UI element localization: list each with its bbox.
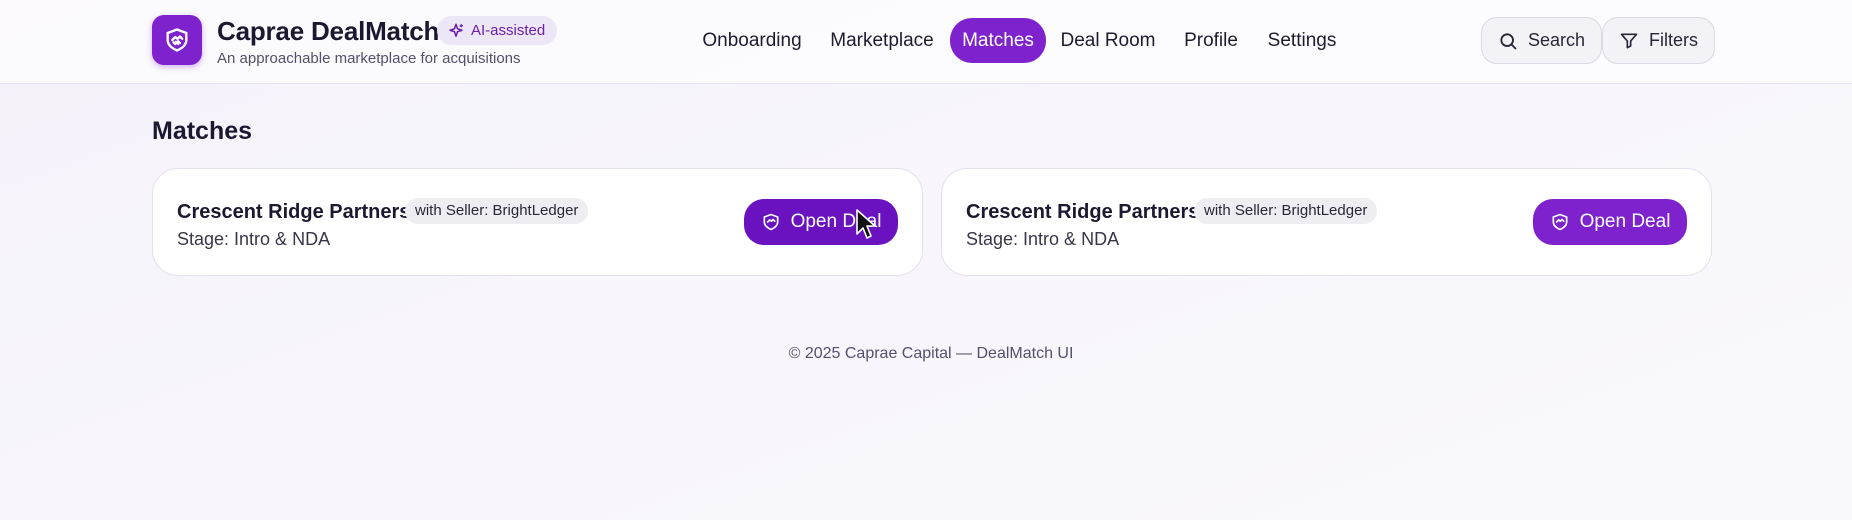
match-card: Crescent Ridge Partners with Seller: Bri… xyxy=(152,168,923,276)
filters-label: Filters xyxy=(1649,30,1698,50)
nav-item-matches[interactable]: Matches xyxy=(950,18,1046,63)
match-name: Crescent Ridge Partners xyxy=(966,201,1200,223)
search-button[interactable]: Search xyxy=(1481,17,1603,64)
mouse-cursor-icon xyxy=(856,209,876,239)
match-card: Crescent Ridge Partners with Seller: Bri… xyxy=(941,168,1712,276)
sparkles-icon xyxy=(449,23,463,37)
nav-item-marketplace[interactable]: Marketplace xyxy=(826,18,938,63)
open-deal-button[interactable]: Open Deal xyxy=(1533,199,1687,245)
nav-item-settings[interactable]: Settings xyxy=(1262,18,1342,63)
search-icon xyxy=(1500,32,1517,49)
seller-tag: with Seller: BrightLedger xyxy=(405,198,589,224)
ai-badge-label: AI-assisted xyxy=(471,22,546,39)
nav-item-profile[interactable]: Profile xyxy=(1176,18,1246,63)
match-stage: Stage: Intro & NDA xyxy=(966,229,1120,249)
filters-button[interactable]: Filters xyxy=(1602,17,1715,64)
nav-item-onboarding[interactable]: Onboarding xyxy=(690,18,814,63)
nav-item-deal-room[interactable]: Deal Room xyxy=(1058,18,1158,63)
app-title: Caprae DealMatch xyxy=(217,16,440,46)
filter-icon xyxy=(1620,33,1638,49)
handshake-icon xyxy=(166,28,188,52)
match-name: Crescent Ridge Partners xyxy=(177,201,411,223)
match-stage: Stage: Intro & NDA xyxy=(177,229,331,249)
footer-text: © 2025 Caprae Capital — DealMatch UI xyxy=(788,345,1074,362)
app-subtitle: An approachable marketplace for acquisit… xyxy=(217,50,521,67)
ai-assisted-badge: AI-assisted xyxy=(437,16,558,45)
logo[interactable] xyxy=(152,15,202,65)
seller-tag: with Seller: BrightLedger xyxy=(1194,198,1378,224)
handshake-icon xyxy=(763,213,779,231)
top-header: Caprae DealMatch An approachable marketp… xyxy=(0,0,1852,84)
page-title: Matches xyxy=(152,117,253,145)
handshake-icon xyxy=(1552,213,1568,231)
open-deal-label: Open Deal xyxy=(1579,211,1671,232)
search-label: Search xyxy=(1528,30,1586,50)
